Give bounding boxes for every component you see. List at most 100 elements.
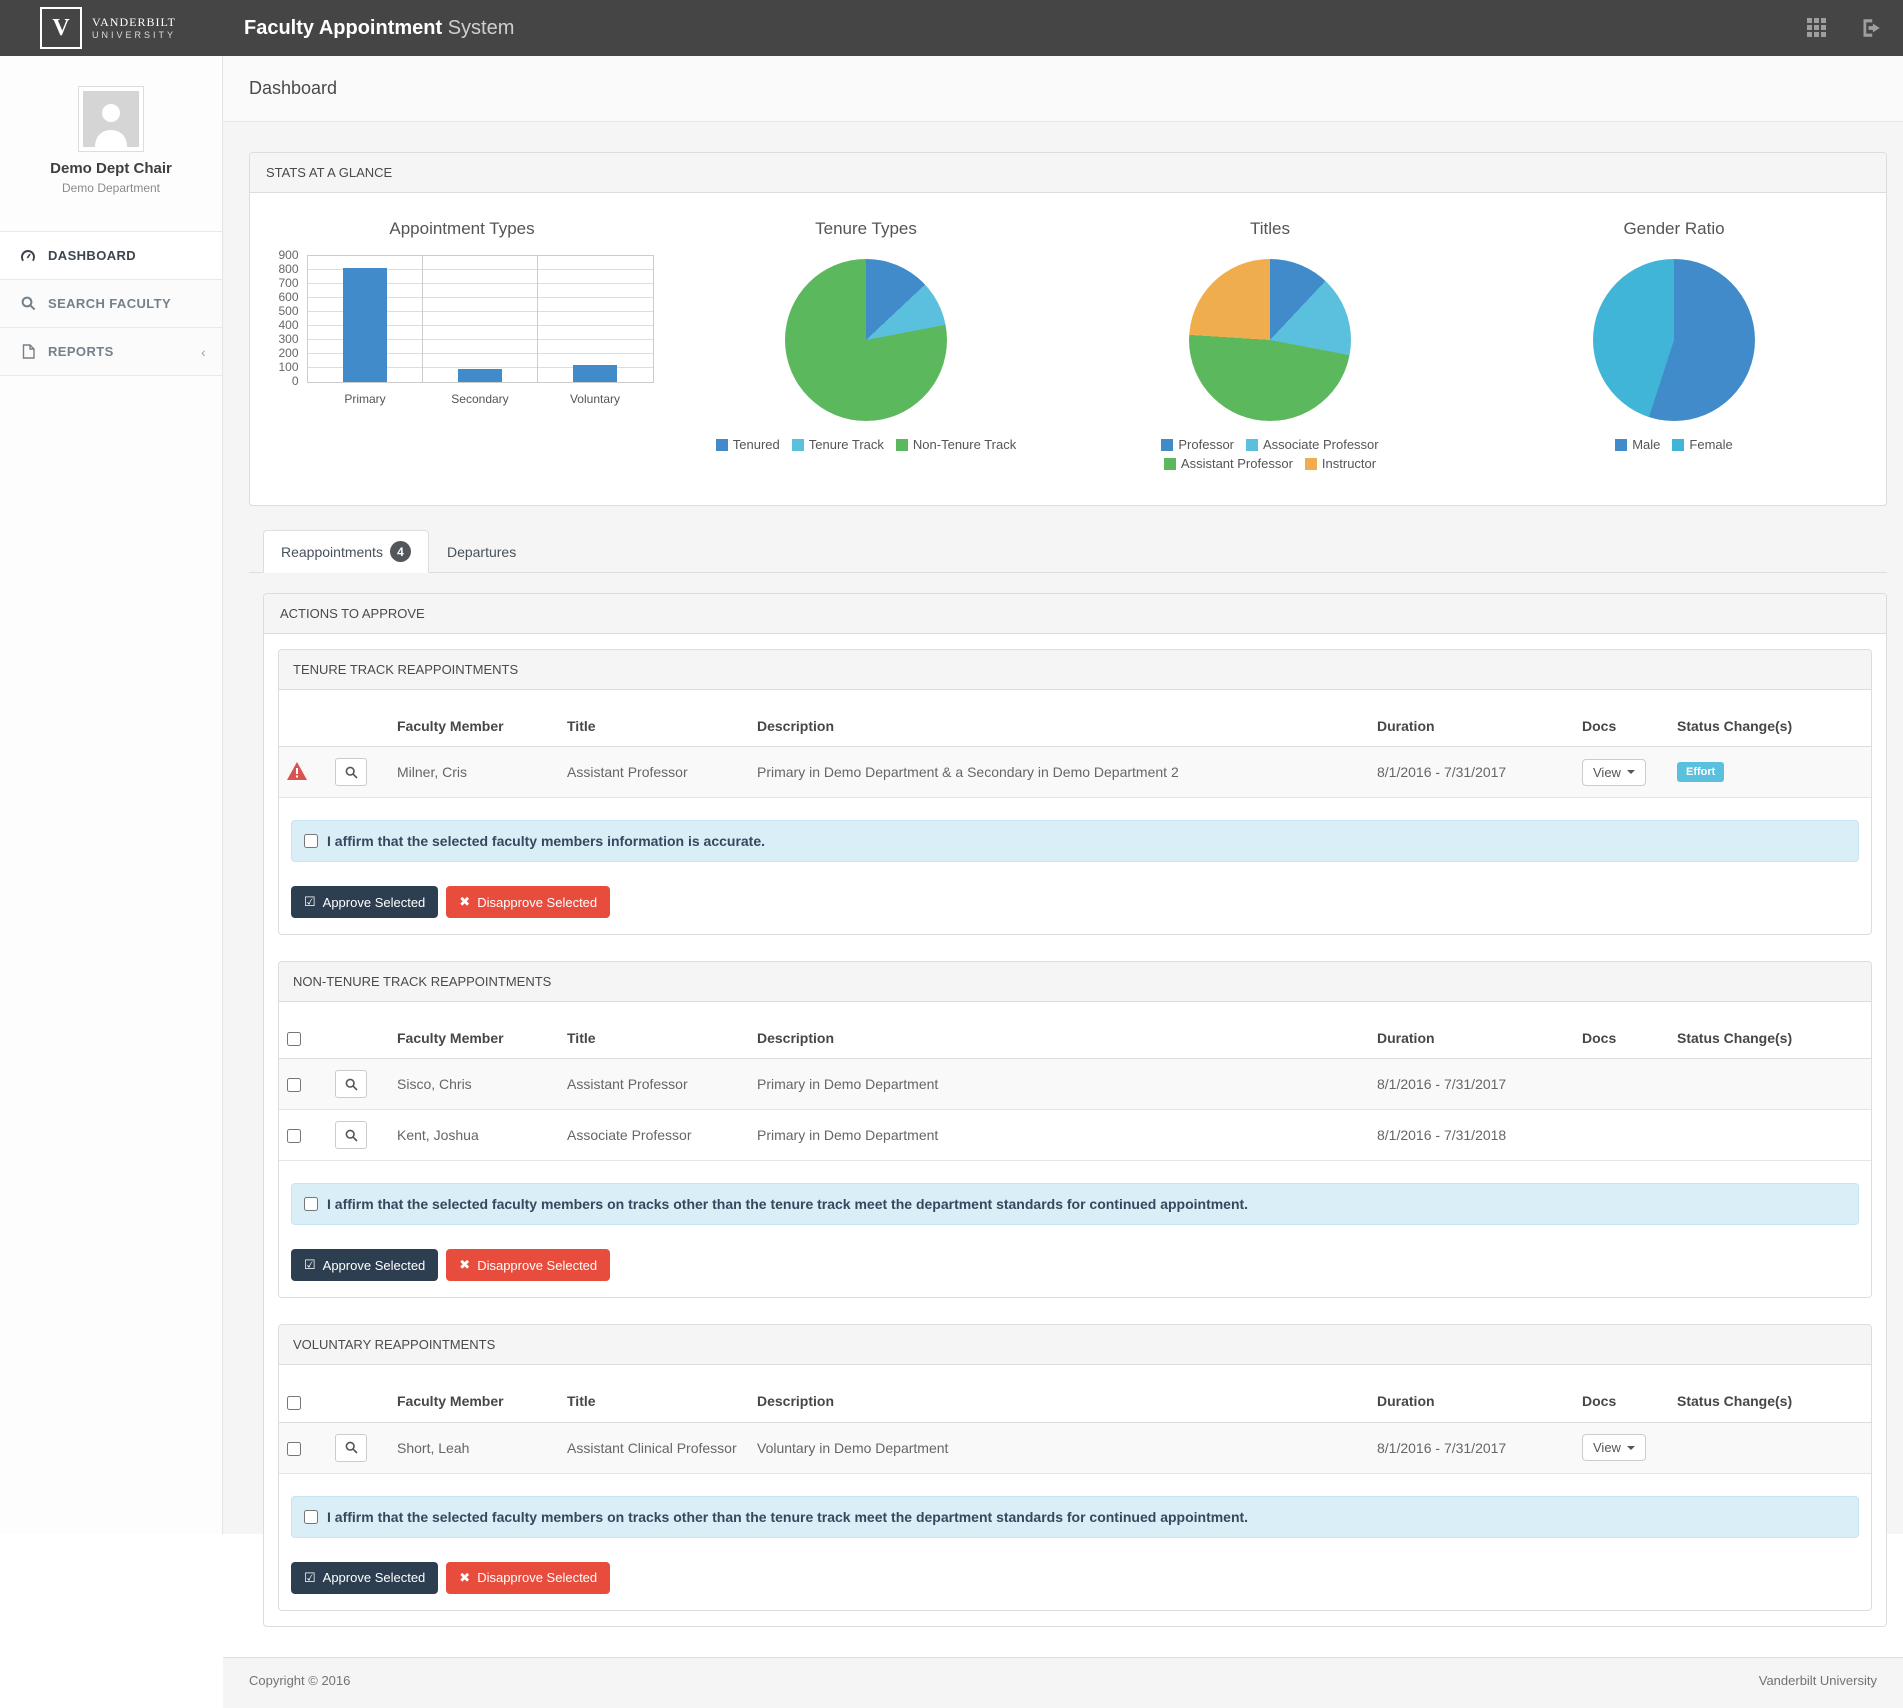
tab-reappointments[interactable]: Reappointments 4 — [263, 530, 429, 573]
disapprove-label: Disapprove Selected — [477, 1258, 597, 1273]
chart-title: Titles — [1250, 219, 1290, 239]
col-title: Title — [559, 706, 749, 747]
actions-to-approve-panel: ACTIONS TO APPROVE TENURE TRACK REAPPOIN… — [263, 593, 1887, 1627]
pie — [1593, 259, 1755, 421]
col-warning — [279, 706, 327, 747]
duration-cell: 8/1/2016 - 7/31/2017 — [1369, 747, 1574, 798]
search-icon — [20, 296, 36, 311]
footer: Copyright © 2016 Vanderbilt University — [223, 1657, 1903, 1708]
section-voluntary-reappointments: VOLUNTARY REAPPOINTMENTS Faculty Member … — [278, 1324, 1872, 1610]
affirm-checkbox[interactable] — [304, 1510, 318, 1524]
col-status-changes: Status Change(s) — [1669, 1018, 1871, 1059]
approve-label: Approve Selected — [323, 1570, 426, 1585]
legend-item: Female — [1672, 437, 1732, 452]
affirm-box: I affirm that the selected faculty membe… — [291, 820, 1859, 862]
disapprove-label: Disapprove Selected — [477, 1570, 597, 1585]
affirm-checkbox[interactable] — [304, 834, 318, 848]
description-cell: Primary in Demo Department — [749, 1059, 1369, 1110]
approve-selected-button[interactable]: ☑ Approve Selected — [291, 1562, 438, 1594]
bar-cell: Secondary — [423, 256, 539, 382]
row-checkbox[interactable] — [287, 1442, 301, 1456]
col-faculty-member: Faculty Member — [389, 1381, 559, 1422]
legend-item: Assistant Professor — [1164, 456, 1293, 471]
duration-cell: 8/1/2016 - 7/31/2017 — [1369, 1059, 1574, 1110]
faculty-member-cell: Sisco, Chris — [389, 1059, 559, 1110]
status-badge: Effort — [1677, 762, 1724, 782]
avatar-placeholder-icon — [83, 91, 139, 147]
disapprove-selected-button[interactable]: ✖ Disapprove Selected — [446, 886, 610, 918]
y-tick-label: 400 — [278, 318, 298, 332]
grid-icon[interactable] — [1807, 18, 1827, 38]
charts-row: Appointment Types 01002003004005006007008… — [250, 193, 1886, 505]
legend-item: Instructor — [1305, 456, 1376, 471]
logo-letter: V — [52, 15, 69, 42]
col-actions — [327, 1381, 389, 1422]
view-faculty-search-button[interactable] — [335, 758, 367, 786]
affirm-text: I affirm that the selected faculty membe… — [327, 1509, 1248, 1525]
tab-departures[interactable]: Departures — [429, 530, 534, 573]
app-title-bold: Faculty Appointment — [244, 17, 442, 39]
affirm-text: I affirm that the selected faculty membe… — [327, 1196, 1248, 1212]
voluntary-table: Faculty Member Title Description Duratio… — [279, 1381, 1871, 1473]
faculty-member-cell: Kent, Joshua — [389, 1110, 559, 1161]
brand-line1: VANDERBILT — [92, 16, 176, 30]
x-tick-label: Secondary — [423, 392, 538, 406]
approve-selected-button[interactable]: ☑ Approve Selected — [291, 886, 438, 918]
duration-cell: 8/1/2016 - 7/31/2018 — [1369, 1110, 1574, 1161]
col-duration: Duration — [1369, 706, 1574, 747]
col-description: Description — [749, 706, 1369, 747]
title-cell: Associate Professor — [559, 1110, 749, 1161]
view-faculty-search-button[interactable] — [335, 1434, 367, 1462]
avatar — [78, 86, 144, 152]
affirm-checkbox[interactable] — [304, 1197, 318, 1211]
legend-label: Non-Tenure Track — [913, 437, 1016, 452]
gender-ratio-chart: Gender RatioMaleFemale — [1472, 219, 1876, 471]
brand-line2: UNIVERSITY — [92, 30, 176, 40]
user-department: Demo Department — [0, 181, 222, 195]
table-row: Kent, Joshua Associate Professor Primary… — [279, 1110, 1871, 1161]
appointment-types-chart: Appointment Types 01002003004005006007008… — [260, 219, 664, 471]
sidebar-item-label: REPORTS — [48, 344, 114, 359]
disapprove-selected-button[interactable]: ✖ Disapprove Selected — [446, 1249, 610, 1281]
tab-label: Reappointments — [281, 544, 383, 560]
sidebar-item-dashboard[interactable]: DASHBOARD — [0, 232, 222, 280]
legend-item: Tenure Track — [792, 437, 884, 452]
legend-swatch — [1164, 458, 1176, 470]
legend-label: Assistant Professor — [1181, 456, 1293, 471]
sign-out-icon[interactable] — [1861, 18, 1881, 38]
col-faculty-member: Faculty Member — [389, 1018, 559, 1059]
check-square-icon: ☑ — [304, 1570, 316, 1586]
chevron-left-icon[interactable]: ‹ — [201, 344, 206, 360]
view-faculty-search-button[interactable] — [335, 1070, 367, 1098]
top-navbar: V VANDERBILT UNIVERSITY Faculty Appointm… — [0, 0, 1903, 56]
legend: Male Female — [1615, 437, 1733, 452]
check-square-icon: ☑ — [304, 1257, 316, 1273]
col-duration: Duration — [1369, 1018, 1574, 1059]
row-checkbox[interactable] — [287, 1129, 301, 1143]
table-row: Milner, Cris Assistant Professor Primary… — [279, 747, 1871, 798]
col-description: Description — [749, 1381, 1369, 1422]
docs-view-dropdown[interactable]: View — [1582, 759, 1646, 786]
tenure-types-chart: Tenure TypesTenuredTenure TrackNon-Tenur… — [664, 219, 1068, 471]
bar-cell: Primary — [308, 256, 424, 382]
approve-selected-button[interactable]: ☑ Approve Selected — [291, 1249, 438, 1281]
view-faculty-search-button[interactable] — [335, 1121, 367, 1149]
docs-view-dropdown[interactable]: View — [1582, 1434, 1646, 1461]
table-row: Sisco, Chris Assistant Professor Primary… — [279, 1059, 1871, 1110]
table-row: Short, Leah Assistant Clinical Professor… — [279, 1422, 1871, 1473]
col-docs: Docs — [1574, 706, 1669, 747]
col-faculty-member: Faculty Member — [389, 706, 559, 747]
sidebar-item-search-faculty[interactable]: SEARCH FACULTY — [0, 280, 222, 328]
tabs-bar: Reappointments 4 Departures — [249, 530, 1887, 573]
select-all-checkbox[interactable] — [287, 1396, 301, 1410]
legend-label: Male — [1632, 437, 1660, 452]
bar-chart: 0100200300400500600700800900PrimarySecon… — [271, 255, 654, 383]
y-axis: 0100200300400500600700800900 — [271, 255, 307, 381]
select-all-checkbox[interactable] — [287, 1032, 301, 1046]
row-checkbox[interactable] — [287, 1078, 301, 1092]
disapprove-selected-button[interactable]: ✖ Disapprove Selected — [446, 1562, 610, 1594]
file-icon — [20, 344, 36, 359]
sidebar-item-reports[interactable]: REPORTS ‹ — [0, 328, 222, 376]
legend-label: Instructor — [1322, 456, 1376, 471]
chart-title: Appointment Types — [389, 219, 534, 239]
